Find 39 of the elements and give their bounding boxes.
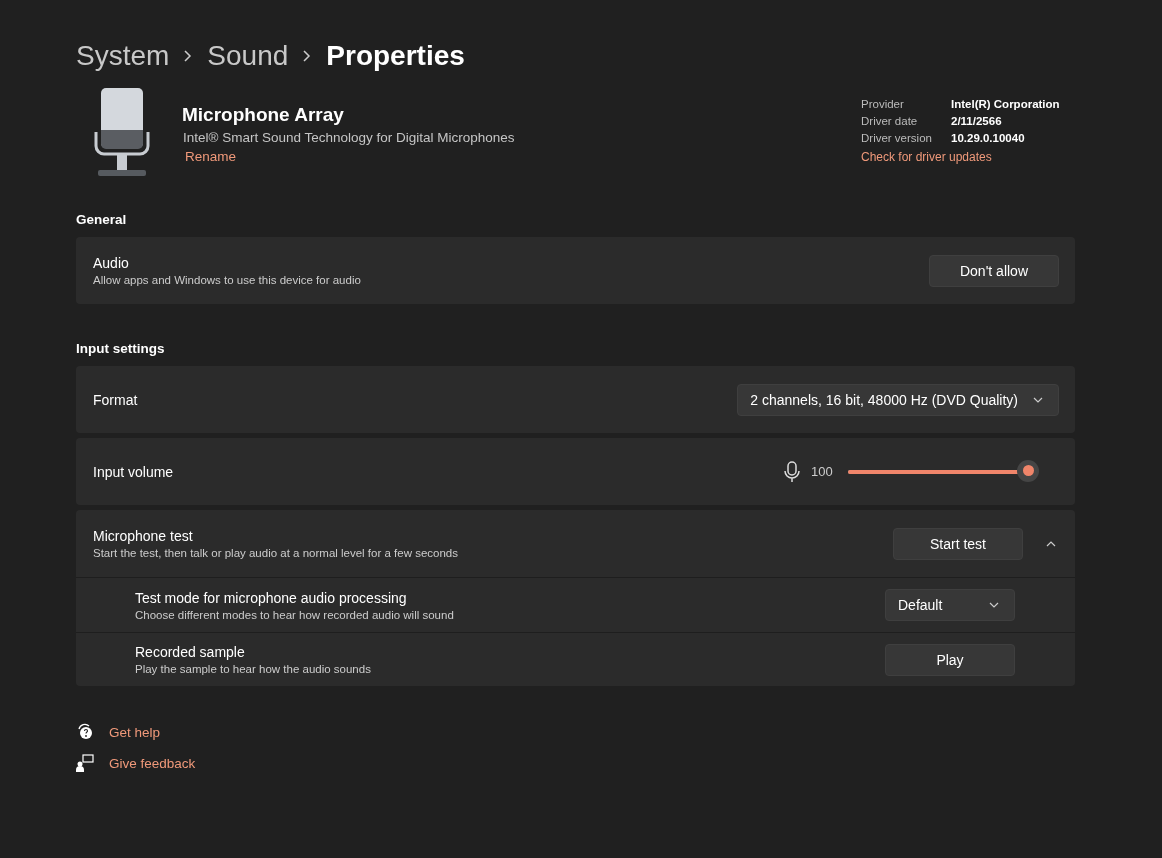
breadcrumb-item[interactable]: Sound bbox=[207, 40, 289, 72]
volume-reading: 100 bbox=[811, 464, 834, 479]
setting-title: Microphone test bbox=[93, 528, 194, 544]
slider-thumb[interactable] bbox=[1017, 459, 1039, 482]
chevron-right-icon bbox=[183, 49, 194, 63]
driver-label: Driver date bbox=[861, 115, 919, 127]
breadcrumb-item: Properties bbox=[326, 40, 465, 72]
microphone-icon bbox=[783, 460, 801, 483]
setting-title: Input volume bbox=[93, 463, 175, 480]
dropdown[interactable]: Default bbox=[885, 589, 1015, 621]
dropdown[interactable]: 2 channels, 16 bit, 48000 Hz (DVD Quality) bbox=[737, 383, 1059, 416]
device-name: Microphone Array bbox=[182, 104, 345, 126]
action-button[interactable]: Don't allow bbox=[929, 254, 1059, 287]
breadcrumb-item[interactable]: System bbox=[76, 40, 170, 72]
rename-link[interactable]: Rename bbox=[185, 149, 861, 164]
chevron-right-icon bbox=[302, 49, 313, 63]
help-icon bbox=[76, 723, 94, 741]
driver-updates-link[interactable]: Check for driver updates bbox=[861, 150, 1075, 164]
setting-description: Play the sample to hear how the audio sounds bbox=[135, 663, 372, 675]
setting-description: Start the test, then talk or play audio at a normal level for a few seconds bbox=[93, 547, 459, 559]
feedback-icon bbox=[76, 754, 94, 772]
action-button[interactable]: Start test bbox=[893, 527, 1023, 560]
driver-value: 2/11/2566 bbox=[951, 115, 1003, 127]
setting-title: Format bbox=[93, 391, 139, 408]
device-description: Intel® Smart Sound Technology for Digital Microphones bbox=[183, 130, 516, 145]
action-button[interactable]: Play bbox=[885, 643, 1015, 676]
driver-value: Intel(R) Corporation bbox=[951, 98, 1061, 110]
section-title: Input settings bbox=[76, 341, 166, 356]
footer-link[interactable]: Get help bbox=[109, 724, 161, 740]
setting-description: Allow apps and Windows to use this device for audio bbox=[93, 274, 362, 286]
setting-title: Audio bbox=[93, 255, 130, 271]
driver-value: 10.29.0.10040 bbox=[951, 132, 1026, 144]
setting-description: Choose different modes to hear how recorded audio will sound bbox=[135, 608, 455, 621]
setting-title: Recorded sample bbox=[135, 644, 246, 660]
setting-title: Test mode for microphone audio processing bbox=[135, 589, 408, 606]
section-title: General bbox=[76, 212, 128, 227]
driver-label: Driver version bbox=[861, 132, 933, 144]
driver-label: Provider bbox=[861, 98, 905, 110]
footer-link[interactable]: Give feedback bbox=[109, 755, 196, 771]
